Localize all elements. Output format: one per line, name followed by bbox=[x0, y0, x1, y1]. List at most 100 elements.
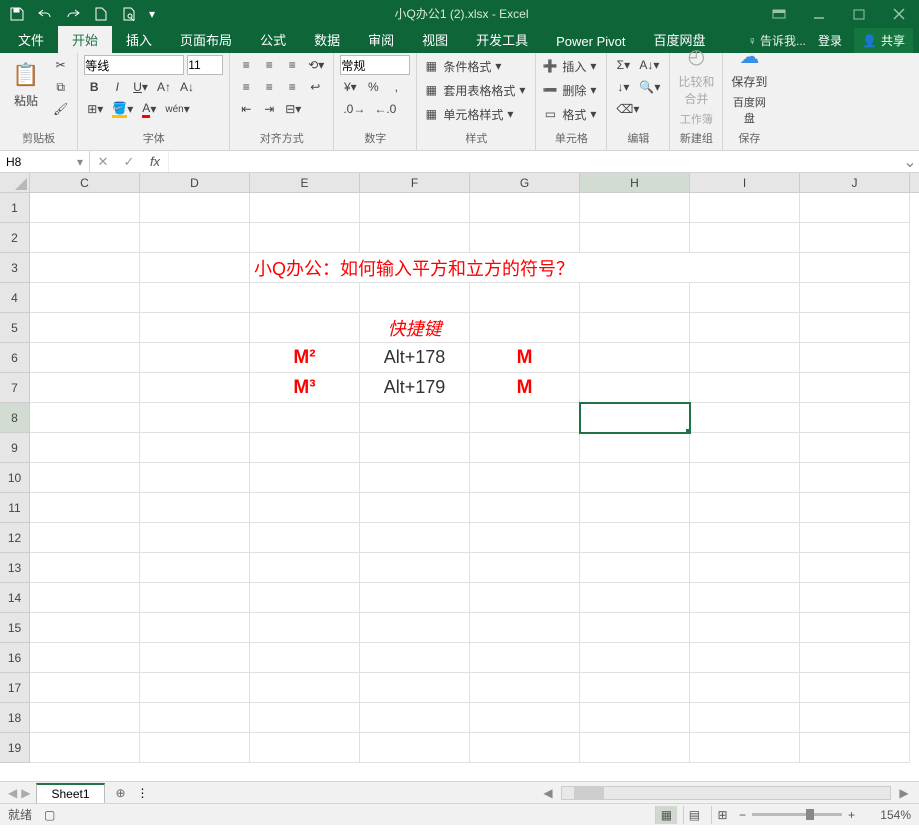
cell[interactable] bbox=[140, 673, 250, 703]
sort-filter-button[interactable]: A↓▾ bbox=[636, 55, 662, 75]
decrease-decimal-button[interactable]: ←.0 bbox=[371, 99, 399, 119]
cell[interactable] bbox=[470, 223, 580, 253]
cell[interactable] bbox=[140, 583, 250, 613]
cell[interactable] bbox=[140, 613, 250, 643]
cell[interactable] bbox=[800, 313, 910, 343]
font-color-button[interactable]: A▾ bbox=[139, 99, 159, 119]
sheet-tab-1[interactable]: Sheet1 bbox=[36, 783, 104, 803]
comma-button[interactable]: , bbox=[386, 77, 406, 97]
cell[interactable] bbox=[580, 703, 690, 733]
cell[interactable] bbox=[470, 673, 580, 703]
cell[interactable] bbox=[360, 283, 470, 313]
cell[interactable] bbox=[690, 463, 800, 493]
tab-data[interactable]: 数据 bbox=[300, 26, 354, 53]
cell[interactable] bbox=[800, 673, 910, 703]
cell[interactable] bbox=[800, 523, 910, 553]
cell[interactable] bbox=[30, 703, 140, 733]
cell[interactable] bbox=[580, 433, 690, 463]
cell[interactable] bbox=[140, 193, 250, 223]
cell[interactable] bbox=[140, 373, 250, 403]
cell[interactable] bbox=[690, 553, 800, 583]
save-netdisk-button[interactable]: ☁ 保存到 百度网盘 bbox=[729, 55, 769, 115]
zoom-in-button[interactable]: + bbox=[848, 808, 855, 822]
cell[interactable] bbox=[30, 523, 140, 553]
row-header-6[interactable]: 6 bbox=[0, 343, 30, 373]
cell[interactable] bbox=[580, 613, 690, 643]
orientation-button[interactable]: ⟲▾ bbox=[305, 55, 327, 75]
tab-devtools[interactable]: 开发工具 bbox=[462, 26, 542, 53]
cell[interactable] bbox=[360, 193, 470, 223]
cell[interactable] bbox=[800, 403, 910, 433]
cell[interactable] bbox=[800, 283, 910, 313]
cell[interactable] bbox=[690, 673, 800, 703]
page-break-view-button[interactable]: ⊞ bbox=[711, 806, 733, 824]
zoom-slider-thumb[interactable] bbox=[806, 809, 814, 820]
cell-G6[interactable]: M bbox=[470, 343, 580, 373]
delete-cells-button[interactable]: ➖删除 ▾ bbox=[542, 79, 600, 101]
autosum-button[interactable]: Σ▾ bbox=[613, 55, 633, 75]
cell[interactable] bbox=[580, 283, 690, 313]
hscroll-left-button[interactable]: ◀ bbox=[541, 786, 555, 800]
cell[interactable] bbox=[470, 193, 580, 223]
cell[interactable] bbox=[250, 553, 360, 583]
font-name-select[interactable] bbox=[84, 55, 184, 75]
tab-review[interactable]: 审阅 bbox=[354, 26, 408, 53]
cell[interactable] bbox=[690, 493, 800, 523]
cell[interactable] bbox=[30, 343, 140, 373]
col-header-I[interactable]: I bbox=[690, 173, 800, 192]
cell[interactable] bbox=[580, 193, 690, 223]
cell[interactable] bbox=[470, 313, 580, 343]
cell[interactable] bbox=[800, 493, 910, 523]
find-button[interactable]: 🔍▾ bbox=[636, 77, 663, 97]
cell[interactable] bbox=[690, 703, 800, 733]
cell[interactable] bbox=[690, 583, 800, 613]
cell[interactable] bbox=[470, 493, 580, 523]
align-center-button[interactable]: ≡ bbox=[259, 77, 279, 97]
tab-insert[interactable]: 插入 bbox=[112, 26, 166, 53]
row-header-17[interactable]: 17 bbox=[0, 673, 30, 703]
cell[interactable] bbox=[140, 733, 250, 763]
phonetic-button[interactable]: wén▾ bbox=[162, 99, 192, 119]
cell[interactable] bbox=[30, 733, 140, 763]
cell[interactable] bbox=[140, 463, 250, 493]
decrease-indent-button[interactable]: ⇤ bbox=[236, 99, 256, 119]
cell[interactable] bbox=[30, 313, 140, 343]
zoom-out-button[interactable]: − bbox=[739, 808, 746, 822]
cell-styles-button[interactable]: ▦单元格样式 ▾ bbox=[423, 103, 517, 125]
cell[interactable] bbox=[470, 703, 580, 733]
row-header-3[interactable]: 3 bbox=[0, 253, 30, 283]
tab-layout[interactable]: 页面布局 bbox=[166, 26, 246, 53]
fill-color-button[interactable]: 🪣▾ bbox=[109, 99, 136, 119]
cell[interactable] bbox=[360, 403, 470, 433]
col-header-H[interactable]: H bbox=[580, 173, 690, 192]
cell[interactable] bbox=[470, 403, 580, 433]
print-preview-icon[interactable] bbox=[118, 3, 140, 25]
cell[interactable] bbox=[360, 643, 470, 673]
cell[interactable] bbox=[140, 253, 250, 283]
cell[interactable] bbox=[250, 703, 360, 733]
minimize-icon[interactable] bbox=[799, 0, 839, 27]
macro-record-icon[interactable]: ▢ bbox=[44, 808, 55, 822]
qat-customize-icon[interactable]: ▾ bbox=[146, 3, 158, 25]
row-header-10[interactable]: 10 bbox=[0, 463, 30, 493]
cell[interactable] bbox=[580, 223, 690, 253]
hscroll-track[interactable] bbox=[561, 786, 891, 800]
wrap-text-button[interactable]: ↩ bbox=[305, 77, 325, 97]
cell[interactable] bbox=[140, 313, 250, 343]
cell[interactable] bbox=[140, 523, 250, 553]
col-header-J[interactable]: J bbox=[800, 173, 910, 192]
cell[interactable] bbox=[360, 553, 470, 583]
align-bottom-button[interactable]: ≡ bbox=[282, 55, 302, 75]
cell[interactable] bbox=[30, 553, 140, 583]
cell[interactable] bbox=[140, 283, 250, 313]
cell-E6[interactable]: M² bbox=[250, 343, 360, 373]
cell[interactable] bbox=[690, 733, 800, 763]
cell[interactable] bbox=[250, 523, 360, 553]
cell[interactable] bbox=[800, 643, 910, 673]
cell[interactable] bbox=[690, 313, 800, 343]
insert-cells-button[interactable]: ➕插入 ▾ bbox=[542, 55, 600, 77]
cell[interactable] bbox=[690, 193, 800, 223]
cell[interactable] bbox=[580, 373, 690, 403]
hscroll-thumb[interactable] bbox=[574, 787, 604, 799]
cell[interactable] bbox=[470, 283, 580, 313]
